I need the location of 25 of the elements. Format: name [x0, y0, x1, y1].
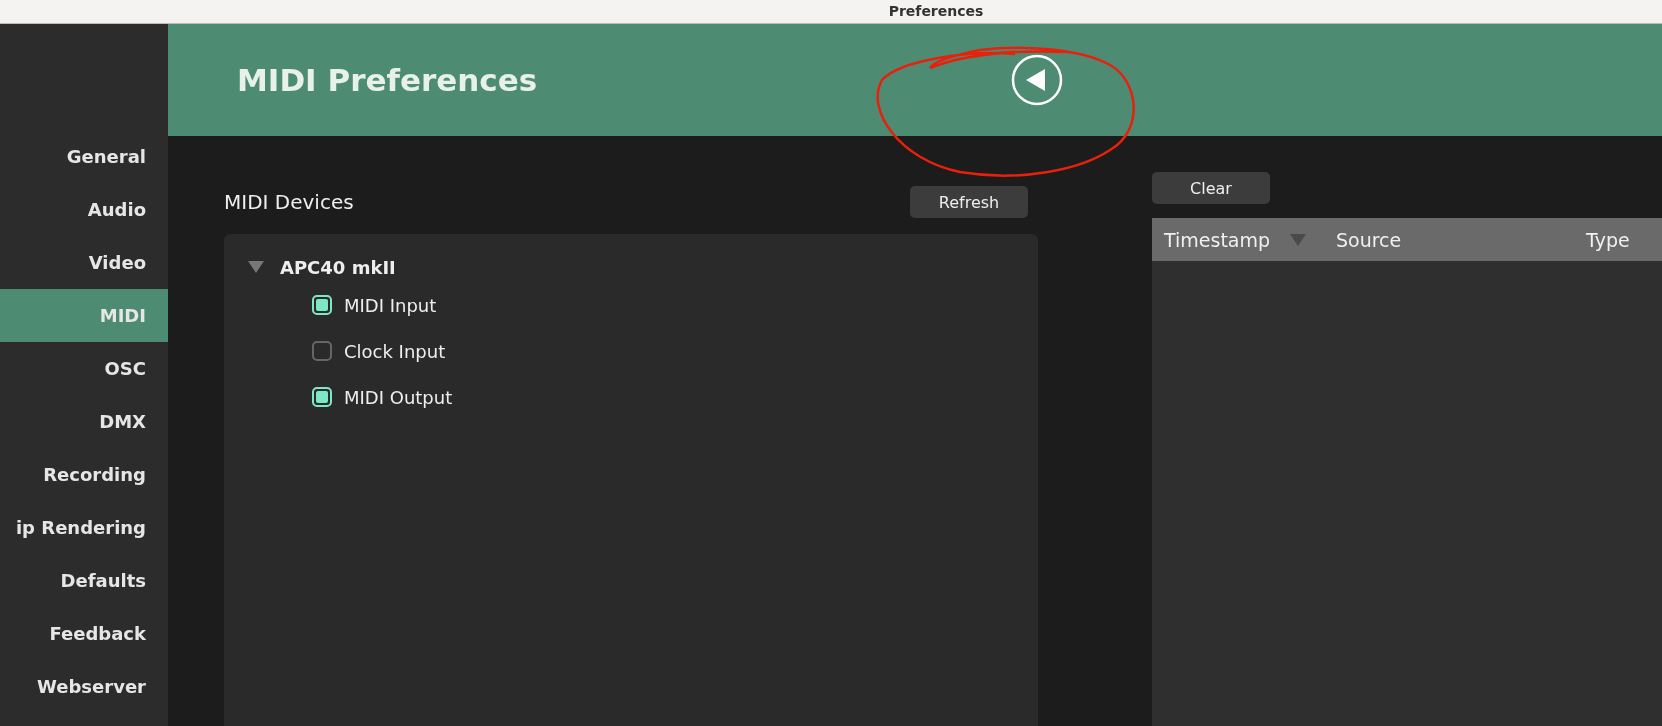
checkbox-label: Clock Input	[344, 340, 446, 362]
sidebar-item[interactable]: OSC	[0, 342, 168, 395]
refresh-button[interactable]: Refresh	[910, 186, 1028, 218]
sidebar-item[interactable]: Recording	[0, 448, 168, 501]
sidebar-item[interactable]: ip Rendering	[0, 501, 168, 554]
back-icon[interactable]	[1011, 54, 1063, 106]
section-title: MIDI Devices	[224, 190, 354, 214]
sidebar-item[interactable]: Audio	[0, 183, 168, 236]
device-name: APC40 mkII	[280, 256, 396, 278]
page-title: MIDI Preferences	[237, 62, 539, 98]
window-title: Preferences	[888, 2, 984, 21]
checkbox[interactable]	[312, 341, 332, 361]
sidebar-item[interactable]: General	[0, 130, 168, 183]
sidebar-item[interactable]: Webserver	[0, 660, 168, 713]
column-header[interactable]: Type	[1586, 228, 1630, 251]
clear-button[interactable]: Clear	[1152, 172, 1270, 204]
checkbox-label: MIDI Input	[344, 294, 437, 316]
sidebar-item[interactable]: Video	[0, 236, 168, 289]
sidebar-item[interactable]: Defaults	[0, 554, 168, 607]
column-header[interactable]: Source	[1336, 228, 1402, 251]
column-header[interactable]: Timestamp	[1164, 228, 1271, 251]
sidebar-item[interactable]: Feedback	[0, 607, 168, 660]
checkbox-label: MIDI Output	[344, 386, 453, 408]
expand-triangle-icon[interactable]	[248, 261, 264, 273]
sidebar-item[interactable]: DMX	[0, 395, 168, 448]
